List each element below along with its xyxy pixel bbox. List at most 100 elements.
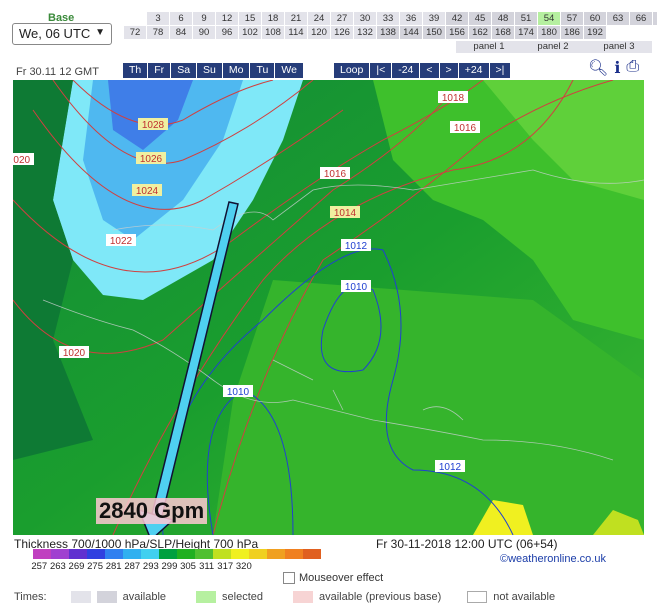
- hour-cell-144[interactable]: 144: [400, 26, 422, 39]
- hour-cell-3[interactable]: 3: [147, 12, 169, 25]
- isobar-label: 1026: [136, 152, 166, 165]
- svg-text:1028: 1028: [142, 120, 165, 131]
- hour-cell-69[interactable]: 69: [653, 12, 657, 25]
- hour-cell-12[interactable]: 12: [216, 12, 238, 25]
- info-icon[interactable]: ℹ: [614, 58, 620, 78]
- legend-tick: 287: [124, 561, 141, 572]
- hour-cell-72[interactable]: 72: [124, 26, 146, 39]
- legend-swatch: [249, 549, 267, 559]
- print-icon[interactable]: ⎙: [626, 58, 639, 78]
- thickness-annotation: 2840 Gpm: [96, 498, 208, 524]
- hour-cell-102[interactable]: 102: [239, 26, 261, 39]
- legend-swatch: [213, 549, 231, 559]
- legend-tick: 305: [180, 561, 196, 572]
- panel-2-button[interactable]: panel 2: [520, 41, 586, 53]
- mouseover-toggle[interactable]: Mouseover effect: [283, 572, 383, 584]
- last-button[interactable]: >|: [489, 63, 511, 78]
- legend-swatch: [267, 549, 285, 559]
- svg-text:1026: 1026: [140, 154, 163, 165]
- hour-cell-132[interactable]: 132: [354, 26, 376, 39]
- weather-map[interactable]: 1028 1026 1024 1022 1020 1020 1018 1016 …: [13, 80, 644, 535]
- hour-cell-27[interactable]: 27: [331, 12, 353, 25]
- legend-swatch: [231, 549, 249, 559]
- first-button[interactable]: |<: [370, 63, 392, 78]
- legend-tick: 311: [199, 561, 215, 572]
- hour-cell-54[interactable]: 54: [538, 12, 560, 25]
- hour-cell-36[interactable]: 36: [400, 12, 422, 25]
- day-button-su[interactable]: Su: [197, 63, 222, 78]
- hour-cell-15[interactable]: 15: [239, 12, 261, 25]
- loop-button[interactable]: Loop: [334, 63, 370, 78]
- day-button-fr[interactable]: Fr: [148, 63, 171, 78]
- hour-cell-51[interactable]: 51: [515, 12, 537, 25]
- svg-text:1020: 1020: [63, 348, 86, 359]
- prev-button[interactable]: <: [420, 63, 439, 78]
- hour-cell-126[interactable]: 126: [331, 26, 353, 39]
- hour-cell-30[interactable]: 30: [354, 12, 376, 25]
- hour-cell-174[interactable]: 174: [515, 26, 537, 39]
- zoom-icon[interactable]: 🔍︎: [588, 58, 608, 78]
- hour-cell-150[interactable]: 150: [423, 26, 445, 39]
- day-nav: Th Fr Sa Su Mo Tu We: [123, 63, 304, 78]
- hour-cell-66[interactable]: 66: [630, 12, 652, 25]
- credit-link[interactable]: ©weatheronline.co.uk: [500, 553, 606, 565]
- hour-cell-21[interactable]: 21: [285, 12, 307, 25]
- hour-cell-162[interactable]: 162: [469, 26, 491, 39]
- hour-cell-45[interactable]: 45: [469, 12, 491, 25]
- hour-cell-180[interactable]: 180: [538, 26, 560, 39]
- hour-cell-186[interactable]: 186: [561, 26, 583, 39]
- isobar-label: 1022: [106, 234, 136, 247]
- hour-cell-90[interactable]: 90: [193, 26, 215, 39]
- hour-cell-57[interactable]: 57: [561, 12, 583, 25]
- mouseover-checkbox[interactable]: [283, 572, 295, 584]
- legend-swatch: [105, 549, 123, 559]
- forward-24-button[interactable]: +24: [458, 63, 489, 78]
- hour-cell-114[interactable]: 114: [285, 26, 307, 39]
- hour-cell-42[interactable]: 42: [446, 12, 468, 25]
- svg-text:1018: 1018: [442, 93, 465, 104]
- back-24-button[interactable]: -24: [392, 63, 420, 78]
- times-label: Times:: [14, 591, 47, 603]
- isobar-label: 1012: [341, 239, 371, 252]
- day-button-tu[interactable]: Tu: [250, 63, 275, 78]
- hour-cell-48[interactable]: 48: [492, 12, 514, 25]
- hour-cell-9[interactable]: 9: [193, 12, 215, 25]
- hour-cell-120[interactable]: 120: [308, 26, 330, 39]
- hour-cell-6[interactable]: 6: [170, 12, 192, 25]
- panel-1-button[interactable]: panel 1: [456, 41, 522, 53]
- hour-cell-empty: [124, 12, 146, 25]
- hour-cell-24[interactable]: 24: [308, 12, 330, 25]
- base-select[interactable]: We, 06 UTC ▼: [12, 23, 112, 45]
- hour-cell-108[interactable]: 108: [262, 26, 284, 39]
- day-button-we[interactable]: We: [275, 63, 303, 78]
- hour-cell-63[interactable]: 63: [607, 12, 629, 25]
- legend-tick: 257: [31, 561, 48, 572]
- hour-cell-39[interactable]: 39: [423, 12, 445, 25]
- date-label: Fr 30.11 12 GMT: [16, 66, 99, 78]
- legend-tick: 293: [142, 561, 159, 572]
- svg-text:1012: 1012: [345, 241, 368, 252]
- hour-cell-192[interactable]: 192: [584, 26, 606, 39]
- hour-cell-168[interactable]: 168: [492, 26, 514, 39]
- day-button-th[interactable]: Th: [123, 63, 148, 78]
- next-button[interactable]: >: [439, 63, 458, 78]
- hour-cell-18[interactable]: 18: [262, 12, 284, 25]
- svg-text:1010: 1010: [345, 282, 368, 293]
- day-button-sa[interactable]: Sa: [171, 63, 197, 78]
- day-button-mo[interactable]: Mo: [222, 63, 250, 78]
- hour-cell-138[interactable]: 138: [377, 26, 399, 39]
- isobar-label: 1010: [341, 280, 371, 293]
- available-label: available: [122, 591, 167, 603]
- hour-cell-78[interactable]: 78: [147, 26, 169, 39]
- hour-cell-96[interactable]: 96: [216, 26, 238, 39]
- hour-cell-60[interactable]: 60: [584, 12, 606, 25]
- hour-cell-33[interactable]: 33: [377, 12, 399, 25]
- legend-swatch: [33, 549, 51, 559]
- legend-swatch: [195, 549, 213, 559]
- isobar-label: 1016: [320, 167, 350, 180]
- panel-3-button[interactable]: panel 3: [586, 41, 652, 53]
- hour-cell-156[interactable]: 156: [446, 26, 468, 39]
- svg-text:1014: 1014: [334, 208, 357, 219]
- legend-swatch: [159, 549, 177, 559]
- hour-cell-84[interactable]: 84: [170, 26, 192, 39]
